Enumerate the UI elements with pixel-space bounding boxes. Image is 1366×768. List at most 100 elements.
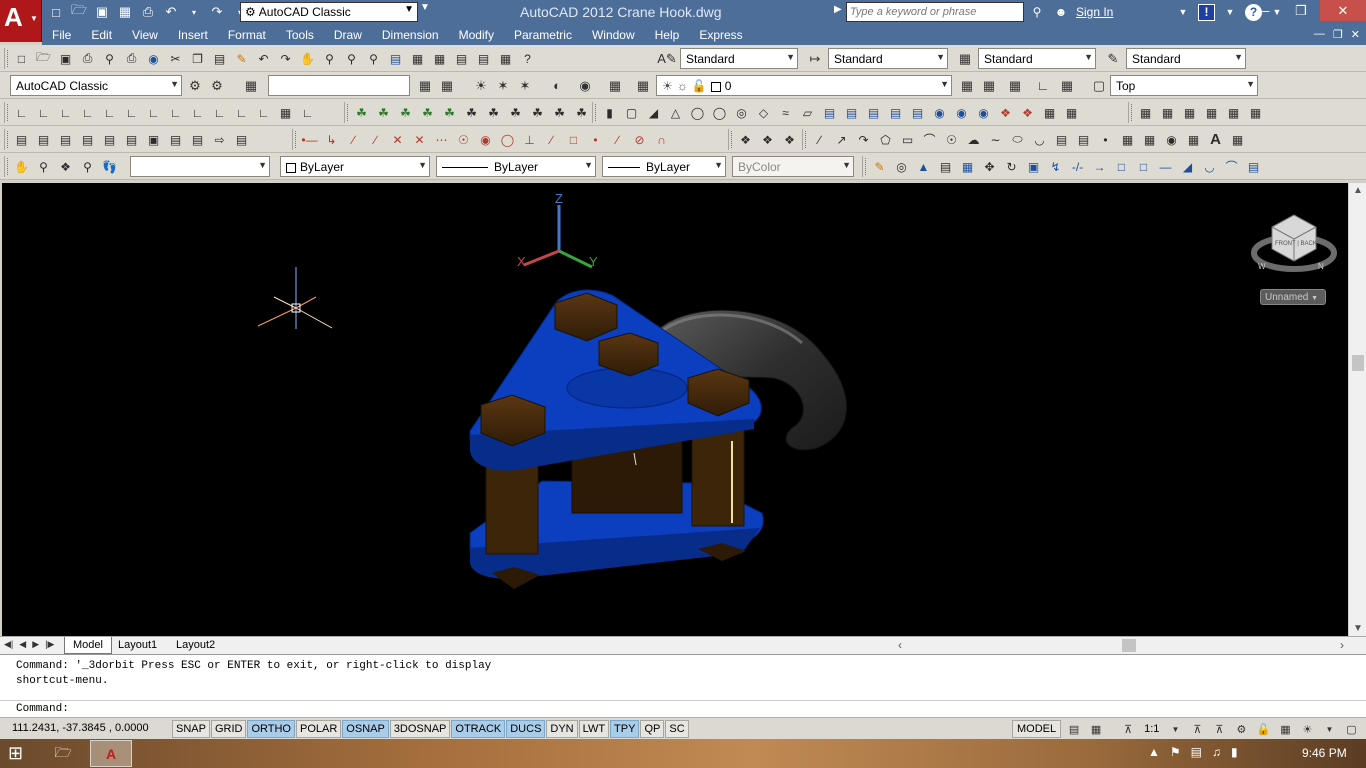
qnew-icon[interactable]: □: [11, 48, 32, 69]
plot-preview-icon[interactable]: ⚲: [99, 48, 120, 69]
zoom-realtime-icon[interactable]: ⚲: [319, 48, 340, 69]
point-icon[interactable]: •: [1095, 129, 1116, 150]
zoom-previous-icon[interactable]: ⚲: [363, 48, 384, 69]
menu-draw[interactable]: Draw: [324, 25, 372, 45]
lwt-toggle[interactable]: LWT: [578, 720, 610, 738]
snap-midpoint-icon[interactable]: ∕: [365, 129, 386, 150]
mesh-smooth-icon[interactable]: ☘: [351, 102, 372, 123]
design-center-icon[interactable]: ▦: [407, 48, 428, 69]
zoom-icon[interactable]: ⚲: [33, 156, 54, 177]
attach-dgn-icon[interactable]: ▤: [99, 129, 120, 150]
continuous-orbit-icon[interactable]: ❖: [779, 129, 800, 150]
sweep-icon[interactable]: ▤: [863, 102, 884, 123]
mesh-merge-icon[interactable]: ☘: [527, 102, 548, 123]
constrained-orbit-icon[interactable]: ❖: [735, 129, 756, 150]
spline-icon[interactable]: ∼: [985, 129, 1006, 150]
mesh-smooth-less-icon[interactable]: ☘: [395, 102, 416, 123]
exchange-icon[interactable]: !: [1198, 3, 1215, 21]
snap-none-icon[interactable]: ⊘: [629, 129, 650, 150]
layer-dropdown[interactable]: ☀ ☼ 🔓 0 ▼: [656, 75, 952, 96]
ucs-origin-icon[interactable]: ∟: [143, 102, 164, 123]
explode-icon[interactable]: ▤: [1243, 156, 1264, 177]
ucs-icon[interactable]: ∟: [11, 102, 32, 123]
redo-icon[interactable]: ↷: [207, 2, 227, 22]
construction-line-icon[interactable]: ↗: [831, 129, 852, 150]
line-icon[interactable]: ∕: [809, 129, 830, 150]
open-icon[interactable]: 🗁: [33, 48, 54, 69]
table-style-dropdown[interactable]: Standard ▼: [978, 48, 1096, 69]
battery-icon[interactable]: ▮: [1231, 745, 1238, 759]
ucs-dialog-icon[interactable]: ∟: [297, 102, 318, 123]
mesh-split-icon[interactable]: ☘: [483, 102, 504, 123]
autocad-taskbar-icon[interactable]: A: [90, 740, 132, 767]
presspull-icon[interactable]: ▤: [841, 102, 862, 123]
search-expand-icon[interactable]: ▶: [834, 4, 842, 15]
file-explorer-icon[interactable]: 🗁: [42, 740, 84, 767]
paste-icon[interactable]: ▤: [209, 48, 230, 69]
view-left-icon[interactable]: ▦: [1179, 102, 1200, 123]
stretch-icon[interactable]: ↯: [1045, 156, 1066, 177]
undo-dropdown-icon[interactable]: ▾: [184, 2, 204, 22]
add-selected-icon[interactable]: ▦: [1227, 129, 1248, 150]
menu-format[interactable]: Format: [218, 25, 276, 45]
snap-insert-icon[interactable]: □: [563, 129, 584, 150]
view-bottom-icon[interactable]: ▦: [1157, 102, 1178, 123]
restore-icon[interactable]: ❐: [1282, 0, 1320, 21]
polysolid-icon[interactable]: ▮: [599, 102, 620, 123]
light-bulb-icon[interactable]: ☀: [470, 75, 492, 96]
isolate-objects-icon[interactable]: ☀: [1298, 720, 1316, 738]
rectangle-icon[interactable]: ▭: [897, 129, 918, 150]
undo-icon[interactable]: ↶: [161, 2, 181, 22]
layer-states-icon[interactable]: ▦: [1004, 75, 1026, 96]
insert-block-draw-icon[interactable]: ▤: [1051, 129, 1072, 150]
doc-restore-icon[interactable]: ❐: [1333, 28, 1343, 41]
text-style-icon[interactable]: A✎: [656, 48, 678, 69]
save-as-icon[interactable]: ▦: [115, 2, 135, 22]
sheet-set-icon[interactable]: ▤: [451, 48, 472, 69]
ucs-zaxis-icon[interactable]: ∟: [165, 102, 186, 123]
offset-icon[interactable]: ▤: [935, 156, 956, 177]
mesh-crease-icon[interactable]: ☘: [439, 102, 460, 123]
otrack-toggle[interactable]: OTRACK: [451, 720, 506, 738]
view-dropdown[interactable]: Top ▼: [1110, 75, 1258, 96]
undo-icon[interactable]: ↶: [253, 48, 274, 69]
mleader-style-icon[interactable]: ✎: [1102, 48, 1124, 69]
tab-layout1[interactable]: Layout1: [110, 637, 165, 654]
workspace-gear-icon[interactable]: ⚙: [206, 75, 228, 96]
copy-object-icon[interactable]: ◎: [891, 156, 912, 177]
extend-icon[interactable]: →: [1089, 156, 1110, 177]
ellipse-arc-icon[interactable]: ◡: [1029, 129, 1050, 150]
menu-parametric[interactable]: Parametric: [504, 25, 582, 45]
lineweight-dropdown[interactable]: ByLayer ▼: [602, 156, 726, 177]
layer-state-icon[interactable]: ▦: [414, 75, 436, 96]
multiline-text-icon[interactable]: A: [1205, 129, 1226, 150]
chamfer-icon[interactable]: ◢: [1177, 156, 1198, 177]
named-view-dropdown[interactable]: [268, 75, 410, 96]
rotate-icon[interactable]: ↻: [1001, 156, 1022, 177]
ole-object-icon[interactable]: ▤: [165, 129, 186, 150]
clock[interactable]: 9:46 PM: [1302, 746, 1347, 760]
customize-qat-icon[interactable]: ▼: [420, 2, 432, 22]
revision-cloud-icon[interactable]: ☁: [963, 129, 984, 150]
mesh-close-icon[interactable]: ☘: [549, 102, 570, 123]
publish-icon[interactable]: ⎙: [121, 48, 142, 69]
tpy-toggle[interactable]: TPY: [610, 720, 640, 738]
text-style-dropdown[interactable]: Standard ▼: [680, 48, 798, 69]
scroll-thumb[interactable]: [1122, 639, 1136, 652]
sc-toggle[interactable]: SC: [665, 720, 689, 738]
menu-tools[interactable]: Tools: [276, 25, 324, 45]
snap-endpoint-icon[interactable]: ∕: [343, 129, 364, 150]
sign-in-link[interactable]: Sign In: [1076, 5, 1168, 19]
qp-toggle[interactable]: QP: [640, 720, 665, 738]
polyline-icon[interactable]: ↷: [853, 129, 874, 150]
mesh-refine-icon[interactable]: ☘: [417, 102, 438, 123]
dim-style-dropdown[interactable]: Standard ▼: [828, 48, 948, 69]
gradient-icon[interactable]: ▦: [1139, 129, 1160, 150]
helix-icon[interactable]: ≈: [775, 102, 796, 123]
snap-extension-icon[interactable]: ⋯: [431, 129, 452, 150]
3d-array-icon[interactable]: ▦: [1061, 102, 1082, 123]
break-at-point-icon[interactable]: □: [1111, 156, 1132, 177]
mirror-icon[interactable]: ▲: [913, 156, 934, 177]
view-front-icon[interactable]: ▦: [1223, 102, 1244, 123]
ucs-view-icon[interactable]: ∟: [121, 102, 142, 123]
